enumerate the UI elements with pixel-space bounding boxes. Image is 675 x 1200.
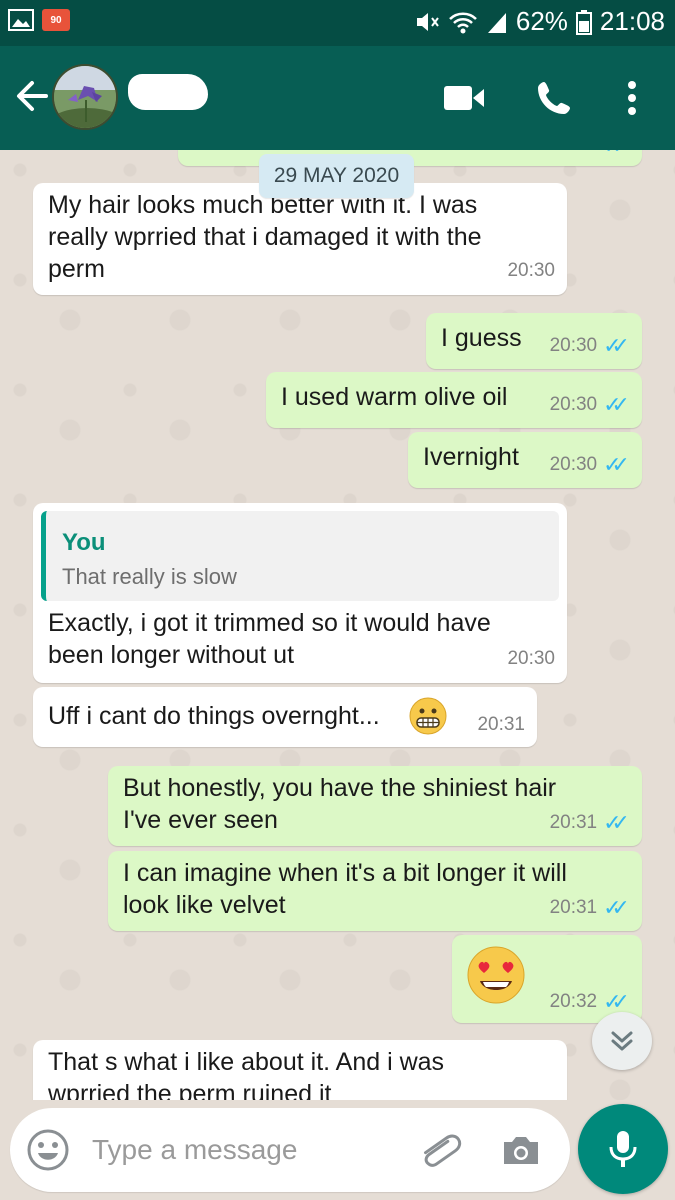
grimacing-face-emoji-icon: [409, 697, 447, 735]
clock: 21:08: [599, 6, 665, 36]
date-separator: 29 MAY 2020: [259, 154, 414, 198]
more-vertical-icon: [628, 81, 636, 115]
message-text: Uff i cant do things overnght...: [48, 702, 380, 730]
message-text: My hair looks much better with it. I was…: [48, 191, 482, 283]
voice-message-button[interactable]: [578, 1104, 668, 1194]
quoted-author: You: [62, 529, 106, 556]
message-time: ✓✓: [603, 150, 630, 162]
phone-icon: [538, 82, 570, 114]
message-time: 20:30 ✓✓: [550, 330, 630, 362]
paperclip-icon: [424, 1134, 462, 1167]
message-time: 20:31: [477, 714, 525, 735]
video-camera-icon: [444, 86, 484, 110]
attach-button[interactable]: [416, 1128, 462, 1174]
signal-icon: [487, 12, 506, 33]
message-text: But honestly, you have the shiniest hair…: [123, 774, 557, 834]
read-receipt-icon: ✓✓: [603, 810, 630, 835]
message-time: 20:30: [507, 648, 555, 669]
camera-button[interactable]: [498, 1128, 544, 1174]
scroll-to-bottom-button[interactable]: [592, 1012, 652, 1070]
more-options-button[interactable]: [612, 76, 652, 120]
video-call-button[interactable]: [442, 76, 486, 120]
message-bubble-incoming-partial[interactable]: That s what i like about it. And i was w…: [33, 1040, 567, 1100]
message-bubble-incoming[interactable]: My hair looks much better with it. I was…: [33, 183, 567, 295]
message-bubble-outgoing[interactable]: I used warm olive oil 20:30 ✓✓: [266, 372, 642, 428]
message-bubble-outgoing-emoji[interactable]: 20:32 ✓✓: [452, 935, 642, 1023]
wifi-icon: [448, 12, 477, 33]
microphone-icon: [609, 1131, 637, 1167]
camera-icon: [504, 1137, 538, 1164]
battery-percent: 62%: [515, 6, 568, 36]
message-bubble-outgoing[interactable]: But honestly, you have the shiniest hair…: [108, 766, 642, 846]
gallery-notification-icon: [8, 9, 34, 31]
read-receipt-icon: ✓✓: [603, 333, 630, 358]
message-input[interactable]: Type a message: [92, 1134, 297, 1166]
message-bubble-outgoing[interactable]: I guess 20:30 ✓✓: [426, 313, 642, 369]
message-text: I used warm olive oil: [281, 383, 508, 411]
message-bubble-outgoing[interactable]: Ivernight 20:30 ✓✓: [408, 432, 642, 488]
contact-name-redacted[interactable]: [128, 74, 208, 110]
message-bubble-incoming-reply[interactable]: You That really is slow Exactly, i got i…: [33, 503, 567, 683]
battery-icon: [575, 9, 592, 35]
notification-badge: 90: [42, 9, 70, 31]
message-text: Exactly, i got it trimmed so it would ha…: [48, 609, 491, 669]
read-receipt-icon: ✓✓: [603, 392, 630, 417]
message-text: I can imagine when it's a bit longer it …: [123, 859, 567, 919]
read-receipt-icon: ✓✓: [603, 150, 630, 162]
quoted-text: That really is slow: [62, 564, 237, 589]
message-list[interactable]: ✓✓ My hair looks much better with it. I …: [0, 150, 675, 1100]
message-time: 20:31 ✓✓: [550, 807, 630, 839]
read-receipt-icon: ✓✓: [603, 452, 630, 477]
message-input-container: Type a message: [10, 1108, 570, 1192]
heart-eyes-emoji-icon: [467, 946, 525, 1004]
message-time: 20:30: [507, 260, 555, 281]
message-text: That s what i like about it. And i was w…: [48, 1048, 445, 1100]
status-right: 62% 21:08: [414, 6, 665, 37]
arrow-left-icon: [17, 81, 48, 111]
back-button[interactable]: [12, 74, 52, 118]
message-text: I guess: [441, 324, 522, 352]
message-bubble-incoming[interactable]: Uff i cant do things overnght... 20:31: [33, 687, 537, 747]
mute-icon: [416, 12, 439, 31]
message-time: 20:30 ✓✓: [550, 389, 630, 421]
contact-avatar[interactable]: [52, 64, 118, 130]
status-left: 90: [8, 9, 70, 31]
emoji-button[interactable]: [26, 1128, 70, 1172]
emoji-icon: [27, 1129, 69, 1171]
quoted-message[interactable]: You That really is slow: [41, 511, 559, 601]
message-bubble-outgoing[interactable]: I can imagine when it's a bit longer it …: [108, 851, 642, 931]
message-text: Ivernight: [423, 443, 519, 471]
compose-bar: Type a message: [0, 1100, 675, 1200]
voice-call-button[interactable]: [532, 76, 576, 120]
message-time: 20:31 ✓✓: [550, 892, 630, 924]
chevron-double-down-icon: [611, 1031, 633, 1051]
message-time: 20:30 ✓✓: [550, 449, 630, 481]
status-bar: 90 62% 21:08: [0, 0, 675, 46]
read-receipt-icon: ✓✓: [603, 895, 630, 920]
chat-header: [0, 46, 675, 150]
